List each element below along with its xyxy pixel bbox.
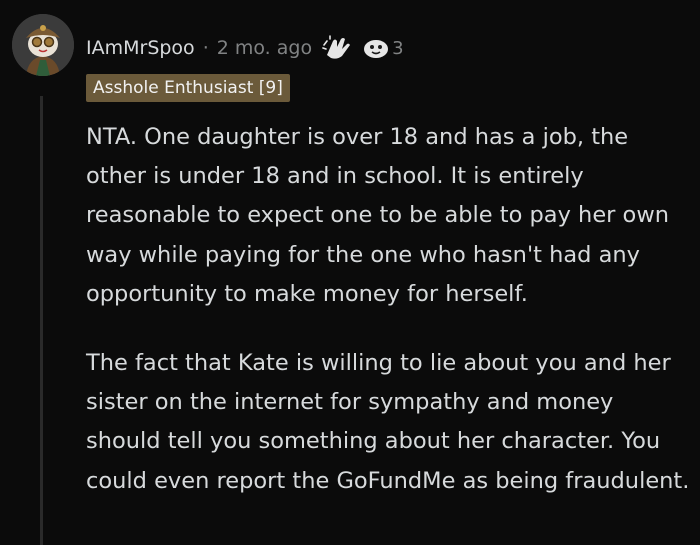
clapping-hands-award-icon [322,35,351,59]
comment-header: IAmMrSpoo · 2 mo. ago 3 [86,30,404,66]
wholesome-seal-award-icon [364,40,389,58]
timestamp[interactable]: 2 mo. ago [217,37,312,59]
thread-line[interactable] [40,96,43,545]
comment-paragraph: The fact that Kate is willing to lie abo… [86,350,690,494]
comment-body: NTA. One daughter is over 18 and has a j… [86,118,691,501]
award-wholesome[interactable]: 3 [362,36,404,60]
user-avatar[interactable] [12,14,74,76]
user-flair: Asshole Enthusiast [9] [86,74,290,102]
username-link[interactable]: IAmMrSpoo [86,37,195,59]
award-clapping[interactable] [322,35,352,61]
meta-separator: · [202,37,209,59]
award-count: 3 [392,37,404,59]
comment-paragraph: NTA. One daughter is over 18 and has a j… [86,124,669,307]
snoo-avatar-icon [12,14,74,76]
